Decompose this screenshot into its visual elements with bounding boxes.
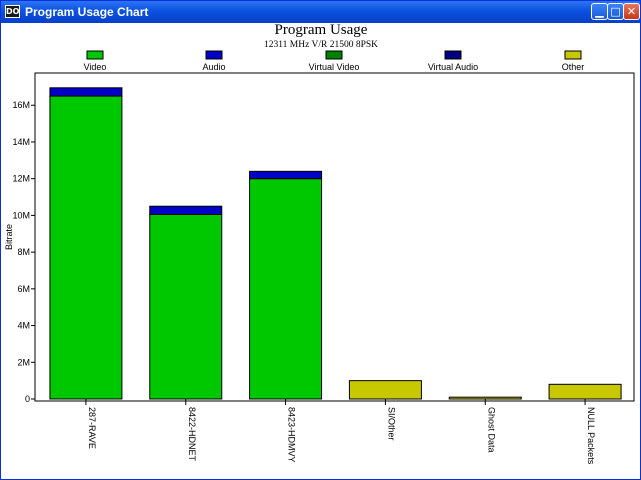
y-tick-label: 6M xyxy=(17,284,30,294)
y-tick-label: 8M xyxy=(17,247,30,257)
y-tick-label: 2M xyxy=(17,357,30,367)
legend-swatch-other xyxy=(564,50,582,60)
bar-8422-hdnet-audio xyxy=(149,205,223,215)
x-tick-label-287-rave: 287-RAVE xyxy=(87,407,97,449)
legend-swatch-virtual-video xyxy=(325,50,343,60)
plot-area xyxy=(34,72,635,402)
bar-8423-hdmvy-video xyxy=(249,178,323,400)
y-tick-label: 4M xyxy=(17,321,30,331)
chart-title: Program Usage xyxy=(275,22,368,38)
program-usage-chart: Program Usage 12311 MHz V/R 21500 8PSK V… xyxy=(4,22,635,465)
legend-label-virtual-video: Virtual Video xyxy=(309,62,360,72)
y-tick-label: 0 xyxy=(25,394,30,404)
chart-window: DO Program Usage Chart ▁ □ ✕ Program Usa… xyxy=(0,0,641,480)
legend-swatch-audio xyxy=(205,50,223,60)
bar-287-rave-audio xyxy=(49,87,123,97)
x-tick-label-ghost-data: Ghost Data xyxy=(486,407,496,453)
legend-label-other: Other xyxy=(562,62,585,72)
x-tick-label-8423-hdmvy: 8423-HDMVY xyxy=(287,407,297,463)
bar-null-packets-other xyxy=(548,383,622,400)
bar-8422-hdnet-video xyxy=(149,213,223,400)
chart-subtitle: 12311 MHz V/R 21500 8PSK xyxy=(264,40,378,50)
y-axis: 0 2M 4M 6M 8M 10M 12M 14M 16M xyxy=(12,100,35,404)
bar-8423-hdmvy-audio xyxy=(249,170,323,180)
y-tick-label: 16M xyxy=(12,100,30,110)
x-tick-label-si-other: SI/Other xyxy=(386,407,396,441)
y-tick-label: 10M xyxy=(12,210,30,220)
legend-swatch-video xyxy=(86,50,104,60)
legend: Video Audio Virtual Video Virtual Audio Othe… xyxy=(84,50,585,72)
y-axis-label: Bitrate xyxy=(4,224,14,250)
x-tick-label-8422-hdnet: 8422-HDNET xyxy=(187,407,197,462)
bar-287-rave-video xyxy=(49,95,123,400)
x-tick-label-null-packets: NULL Packets xyxy=(586,407,596,465)
y-tick-label: 14M xyxy=(12,137,30,147)
legend-label-virtual-audio: Virtual Audio xyxy=(428,62,478,72)
legend-swatch-virtual-audio xyxy=(444,50,462,60)
x-axis: 287-RAVE 8422-HDNET 8423-HDMVY SI/Other Ghos… xyxy=(85,399,596,465)
y-tick-label: 12M xyxy=(12,174,30,184)
legend-label-audio: Audio xyxy=(202,62,225,72)
bar-ghost-data-other xyxy=(448,396,522,400)
legend-label-video: Video xyxy=(84,62,107,72)
bar-si-other-other xyxy=(348,380,422,400)
